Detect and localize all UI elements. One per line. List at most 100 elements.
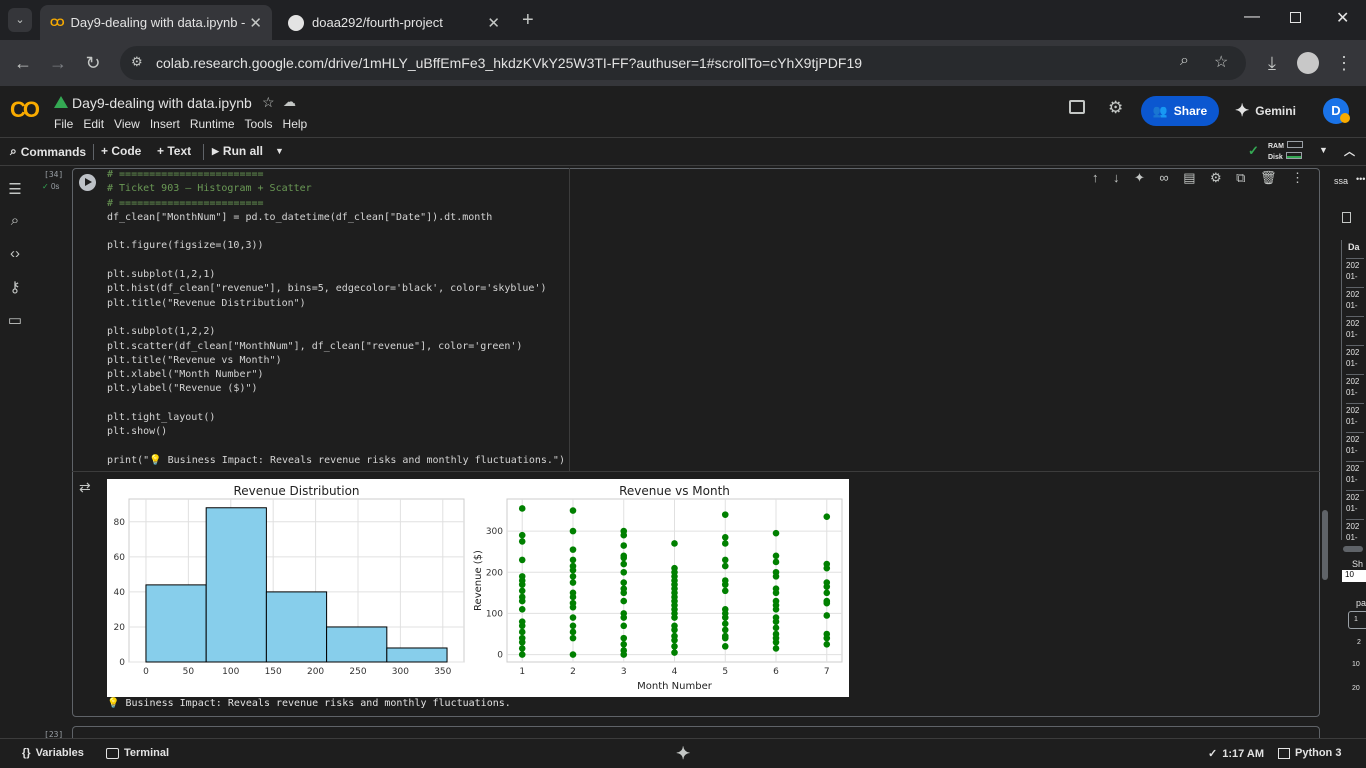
table-cell[interactable]: 202 01-	[1346, 287, 1364, 311]
page-option-2[interactable]: 2	[1357, 639, 1361, 646]
menu-file[interactable]: File	[54, 117, 73, 131]
scatter-point	[671, 614, 678, 621]
table-of-contents-icon[interactable]: ☰	[6, 180, 24, 198]
bookmark-star-icon[interactable]: ☆	[1214, 52, 1228, 72]
menu-help[interactable]: Help	[283, 117, 308, 131]
table-cell[interactable]: 202 01-	[1346, 490, 1364, 514]
move-up-icon[interactable]: ↑	[1092, 170, 1099, 190]
tab-search-button[interactable]: ⌄	[8, 8, 32, 32]
scatter-point	[569, 527, 577, 535]
address-bar[interactable]: ⚙ colab.research.google.com/drive/1mHLY_…	[120, 46, 1246, 80]
close-tab-icon[interactable]: ✕	[249, 14, 262, 32]
tab-title: Day9-dealing with data.ipynb -	[70, 15, 246, 30]
menu-insert[interactable]: Insert	[150, 117, 180, 131]
page-size-select[interactable]: 10	[1342, 570, 1366, 582]
more-menu-icon[interactable]: •••	[1356, 174, 1365, 184]
add-text-button[interactable]: + Text	[157, 144, 191, 158]
minimize-window-icon[interactable]: —	[1244, 8, 1260, 26]
code-editor[interactable]: # ======================== # Ticket 903 –…	[107, 168, 567, 468]
runtime-chevron-down-icon[interactable]: ▼	[1319, 145, 1328, 155]
gemini-sparkle-icon[interactable]: ✦	[1134, 170, 1145, 190]
move-down-icon[interactable]: ↓	[1113, 170, 1120, 190]
delete-trash-icon[interactable]: 🗑	[1260, 170, 1277, 190]
kernel-icon	[1278, 747, 1290, 759]
menu-edit[interactable]: Edit	[83, 117, 104, 131]
table-column-header[interactable]: Da	[1348, 242, 1360, 252]
page-button-1[interactable]: 1	[1348, 611, 1366, 629]
forward-arrow-icon[interactable]: →	[45, 50, 71, 76]
page-label: pa	[1356, 598, 1366, 608]
notebook-title[interactable]: Day9-dealing with data.ipynb	[72, 95, 252, 111]
connected-check-icon: ✓	[1248, 143, 1259, 158]
browser-tab-colab[interactable]: CO Day9-dealing with data.ipynb - ✕	[40, 5, 272, 40]
close-tab-icon[interactable]: ✕	[487, 14, 500, 32]
variables-label: Variables	[35, 747, 84, 759]
scatter-y-tick-label: 300	[486, 527, 503, 537]
back-arrow-icon[interactable]: ←	[10, 50, 36, 76]
kernel-indicator[interactable]: Python 3	[1278, 747, 1341, 759]
menu-runtime[interactable]: Runtime	[190, 117, 235, 131]
table-cell[interactable]: 202 01-	[1346, 432, 1364, 456]
terminal-button[interactable]: Terminal	[106, 747, 169, 759]
table-cell[interactable]: 202 01-	[1346, 403, 1364, 427]
resource-monitor[interactable]: RAM Disk	[1268, 141, 1303, 163]
profile-avatar-icon[interactable]	[1297, 52, 1319, 74]
page-option-20[interactable]: 20	[1352, 685, 1360, 692]
scatter-point	[569, 593, 577, 601]
table-scrollbar[interactable]	[1343, 546, 1363, 552]
table-cell[interactable]: 202 01-	[1346, 374, 1364, 398]
scatter-point	[518, 638, 526, 646]
variables-button[interactable]: {} Variables	[22, 747, 84, 759]
table-cell[interactable]: 202 01-	[1346, 258, 1364, 282]
browser-menu-icon[interactable]: ⋮	[1331, 50, 1357, 76]
files-folder-icon[interactable]: ▭	[6, 311, 24, 329]
figure-svg: 0 50 100 150 200 250 300 350020406080Revenue Di…	[114, 484, 843, 692]
scatter-point	[569, 622, 577, 630]
colab-logo[interactable]: CO	[10, 97, 40, 123]
zoom-icon[interactable]: ⌕	[1180, 52, 1189, 70]
code-snippets-icon[interactable]: ‹›	[6, 245, 24, 263]
comments-icon[interactable]	[1069, 100, 1085, 114]
secrets-key-icon[interactable]: ⚷	[6, 278, 24, 296]
comment-icon[interactable]: ▤	[1183, 170, 1195, 190]
table-cell[interactable]: 202 01-	[1346, 519, 1364, 543]
find-replace-icon[interactable]: ⌕	[6, 212, 24, 230]
collapse-chevron-up-icon[interactable]: ︿	[1344, 143, 1355, 159]
new-tab-plus-icon[interactable]: +	[522, 9, 534, 32]
run-all-button[interactable]: ▶ Run all ▼	[212, 144, 284, 158]
scatter-point	[823, 634, 831, 642]
notebook-scrollbar[interactable]	[1322, 510, 1328, 580]
browser-tab-github[interactable]: doaa292/fourth-project ✕	[278, 5, 510, 40]
output-actions-icon[interactable]: ⇄	[79, 479, 91, 496]
settings-gear-icon[interactable]: ⚙	[1210, 170, 1222, 190]
settings-gear-icon[interactable]: ⚙	[1108, 98, 1123, 118]
run-cell-button[interactable]	[79, 174, 96, 191]
star-icon[interactable]: ☆	[262, 94, 275, 111]
menu-view[interactable]: View	[114, 117, 140, 131]
share-button[interactable]: 👥 Share	[1141, 96, 1219, 126]
execution-time: 0s	[50, 182, 60, 191]
copy-icon[interactable]	[1342, 212, 1351, 223]
table-cell[interactable]: 202 01-	[1346, 461, 1364, 485]
menu-tools[interactable]: Tools	[245, 117, 273, 131]
page-option-10[interactable]: 10	[1352, 661, 1360, 668]
more-menu-icon[interactable]: ⋮	[1291, 170, 1304, 190]
search-icon: ⌕	[10, 144, 17, 158]
gemini-sparkle-icon[interactable]: ✦	[676, 744, 690, 764]
chevron-down-icon[interactable]: ▼	[275, 146, 284, 156]
link-icon[interactable]: ∞	[1159, 170, 1168, 190]
close-window-icon[interactable]: ✕	[1336, 8, 1349, 28]
gemini-button[interactable]: ✦ Gemini	[1235, 96, 1296, 126]
right-panel-divider[interactable]	[1341, 240, 1342, 540]
table-cell[interactable]: 202 01-	[1346, 316, 1364, 340]
histogram-y-tick-label: 20	[114, 623, 126, 633]
site-info-icon[interactable]: ⚙	[131, 54, 143, 70]
mirror-cell-icon[interactable]: ⧉	[1236, 170, 1245, 190]
add-code-button[interactable]: + Code	[101, 144, 141, 158]
restore-window-icon[interactable]	[1290, 12, 1301, 23]
commands-button[interactable]: ⌕ Commands	[10, 144, 86, 159]
last-run-time[interactable]: ✓ 1:17 AM	[1208, 747, 1264, 761]
download-icon[interactable]: ⤓	[1259, 50, 1285, 76]
reload-icon[interactable]: ↻	[80, 50, 106, 76]
table-cell[interactable]: 202 01-	[1346, 345, 1364, 369]
